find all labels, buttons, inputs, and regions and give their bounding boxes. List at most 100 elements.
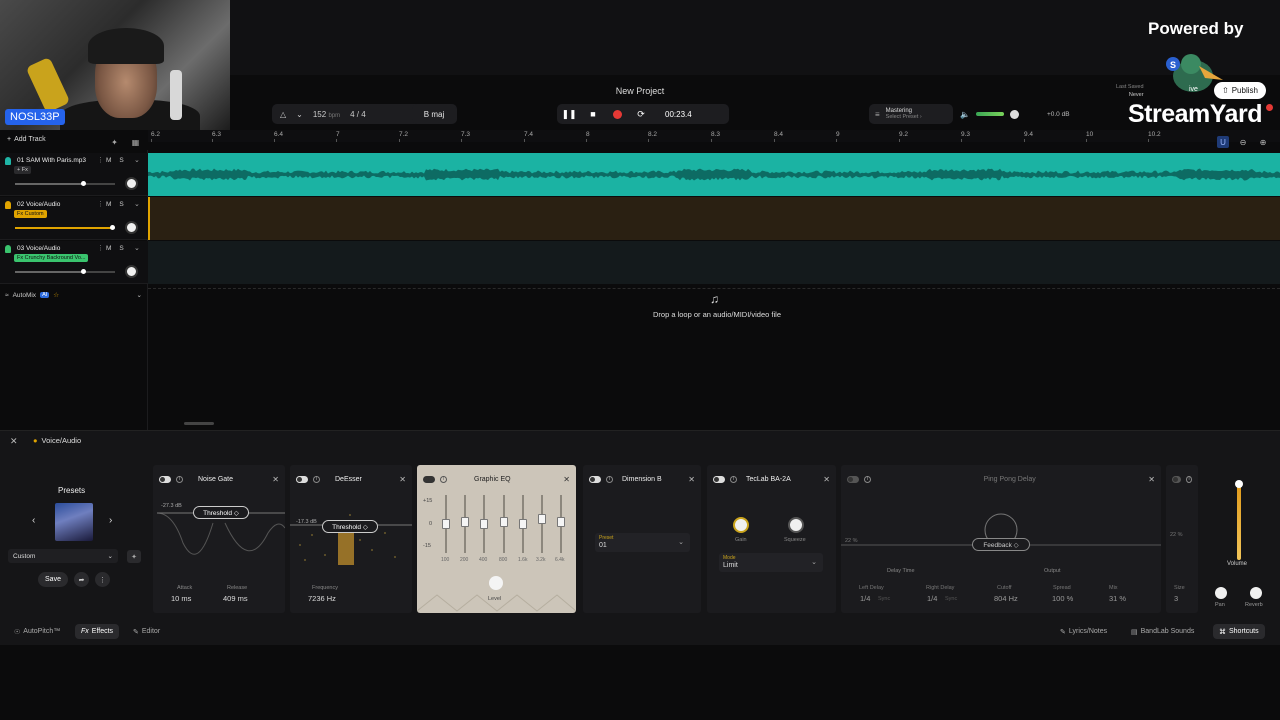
mute-button[interactable]: M <box>106 201 111 208</box>
frequency-value[interactable]: 7236 Hz <box>308 594 336 603</box>
noise-gate-toggle[interactable] <box>159 475 171 483</box>
eq-band-slider[interactable] <box>538 495 546 553</box>
eq-level-knob[interactable] <box>489 576 503 590</box>
preset-select[interactable]: Custom ⌄ <box>8 549 118 563</box>
close-icon[interactable]: ✕ <box>272 475 279 484</box>
cutoff-value[interactable]: 804 Hz <box>994 594 1018 603</box>
master-volume-knob[interactable] <box>1009 109 1019 119</box>
gain-knob[interactable] <box>733 517 749 533</box>
publish-button[interactable]: ⇧ Publish <box>1214 82 1266 99</box>
mute-button[interactable]: M <box>106 157 111 164</box>
zoom-out-icon[interactable]: ⊖ <box>1237 136 1249 148</box>
eq-band-slider[interactable] <box>442 495 450 553</box>
info-icon[interactable]: i <box>864 475 871 483</box>
stop-icon[interactable]: ■ <box>581 104 605 124</box>
time-signature[interactable]: 4 / 4 <box>350 110 366 119</box>
horizontal-scrollbar[interactable] <box>184 422 214 425</box>
info-icon[interactable]: i <box>176 475 183 483</box>
close-icon[interactable]: ✕ <box>563 475 570 484</box>
track-name[interactable]: 01 SAM With Paris.mp3 <box>17 157 86 164</box>
info-icon[interactable]: i <box>1186 475 1192 483</box>
info-icon[interactable]: i <box>313 475 320 483</box>
track-lane-2[interactable] <box>148 197 1280 240</box>
solo-button[interactable]: S <box>119 201 123 208</box>
solo-button[interactable]: S <box>119 245 123 252</box>
share-icon[interactable]: ➦ <box>74 572 89 587</box>
mute-button[interactable]: M <box>106 245 111 252</box>
feedback-control[interactable]: Feedback ◇ <box>972 538 1030 551</box>
track-settings-icon[interactable]: ▦ <box>130 137 141 148</box>
chevron-down-icon[interactable]: ⌄ <box>134 244 140 252</box>
preset-wand-icon[interactable]: ✦ <box>127 550 141 563</box>
close-icon[interactable]: ✕ <box>688 475 695 484</box>
record-button[interactable] <box>605 104 629 124</box>
track-header-3[interactable]: 03 Voice/Audio ⋮ M S ⌄ Fx Crunchy Backrou… <box>0 241 148 284</box>
chevron-down-icon[interactable]: ⌄ <box>134 156 140 164</box>
save-button[interactable]: Save <box>38 572 68 587</box>
squeeze-knob[interactable] <box>788 517 804 533</box>
snap-icon[interactable]: U <box>1217 136 1229 148</box>
fx-badge[interactable]: Fx Custom <box>14 210 47 218</box>
track-lane-3[interactable] <box>148 241 1280 284</box>
right-delay-value[interactable]: 1/4 <box>927 594 937 603</box>
close-icon[interactable]: ✕ <box>10 436 18 447</box>
teclab-toggle[interactable] <box>713 475 725 483</box>
dimension-preset-select[interactable]: Preset 01 ⌄ <box>595 533 690 552</box>
pan-knob[interactable] <box>125 221 138 234</box>
eq-band-slider[interactable] <box>480 495 488 553</box>
pan-knob[interactable] <box>1215 587 1227 599</box>
track-header-1[interactable]: 01 SAM With Paris.mp3 ⋮ M S ⌄ + Fx <box>0 153 148 196</box>
close-icon[interactable]: ✕ <box>823 475 830 484</box>
track-name[interactable]: 02 Voice/Audio <box>17 201 60 208</box>
release-value[interactable]: 409 ms <box>223 594 248 603</box>
right-delay-sync[interactable]: Sync <box>945 596 957 602</box>
deesser-threshold-control[interactable]: Threshold ◇ <box>322 520 378 533</box>
eq-band-slider[interactable] <box>461 495 469 553</box>
gate-threshold-control[interactable]: Threshold ◇ <box>193 506 249 519</box>
chevron-down-icon[interactable]: ⌄ <box>134 200 140 208</box>
volume-slider[interactable] <box>1237 482 1241 560</box>
info-icon[interactable]: i <box>440 475 447 483</box>
tab-effects[interactable]: Fx Effects <box>75 624 120 639</box>
attack-value[interactable]: 10 ms <box>171 594 191 603</box>
size-value[interactable]: 3 <box>1174 594 1178 603</box>
tempo-value[interactable]: 152 bpm <box>313 110 340 119</box>
reverb-toggle[interactable] <box>1172 475 1182 483</box>
mastering-button[interactable]: ≡ Mastering Select Preset › <box>869 104 953 124</box>
fx-badge[interactable]: Fx Crunchy Backround Vo... <box>14 254 89 262</box>
pause-icon[interactable]: ❚❚ <box>557 104 581 124</box>
chevron-down-icon[interactable]: ⌄ <box>296 110 303 119</box>
ping-pong-toggle[interactable] <box>847 475 859 483</box>
teclab-mode-select[interactable]: Mode Limit ⌄ <box>719 553 823 572</box>
drop-zone[interactable] <box>148 288 1280 428</box>
track-header-2[interactable]: 02 Voice/Audio ⋮ M S ⌄ Fx Custom <box>0 197 148 240</box>
key-selector[interactable]: B maj <box>412 104 456 124</box>
fx-badge[interactable]: + Fx <box>14 166 31 174</box>
pan-knob[interactable] <box>125 177 138 190</box>
dimension-toggle[interactable] <box>589 475 601 483</box>
add-track-button[interactable]: + Add Track <box>7 136 46 143</box>
close-icon[interactable]: ✕ <box>1148 475 1155 484</box>
eq-band-slider[interactable] <box>557 495 565 553</box>
chevron-down-icon[interactable]: ⌄ <box>137 291 142 299</box>
eq-band-slider[interactable] <box>500 495 508 553</box>
timeline-ruler[interactable]: 6.2 6.3 6.4 7 7.2 7.3 7.4 8 8.2 8.3 8.4 9 9.2 9.3 9.4 1… <box>148 130 1280 142</box>
more-icon[interactable]: ⋮ <box>95 572 110 587</box>
tab-editor[interactable]: ✎ Editor <box>127 624 166 639</box>
volume-slider-handle[interactable] <box>1235 480 1243 488</box>
left-delay-sync[interactable]: Sync <box>878 596 890 602</box>
eq-band-slider[interactable] <box>519 495 527 553</box>
close-icon[interactable]: ✕ <box>399 475 406 484</box>
info-icon[interactable]: i <box>606 475 613 483</box>
loop-icon[interactable]: ⟳ <box>629 104 653 124</box>
chevron-right-icon[interactable]: › <box>109 515 112 526</box>
track-volume-fader[interactable] <box>15 181 115 186</box>
track-lane-1[interactable] <box>148 153 1280 196</box>
more-icon[interactable]: ⋮ <box>97 200 104 208</box>
speaker-icon[interactable]: 🔈 <box>960 110 970 119</box>
solo-button[interactable]: S <box>119 157 123 164</box>
graphic-eq-toggle[interactable] <box>423 475 435 483</box>
track-volume-fader[interactable] <box>15 269 115 274</box>
tab-bandlab-sounds[interactable]: ▤ BandLab Sounds <box>1125 624 1200 639</box>
reverb-knob[interactable] <box>1250 587 1262 599</box>
